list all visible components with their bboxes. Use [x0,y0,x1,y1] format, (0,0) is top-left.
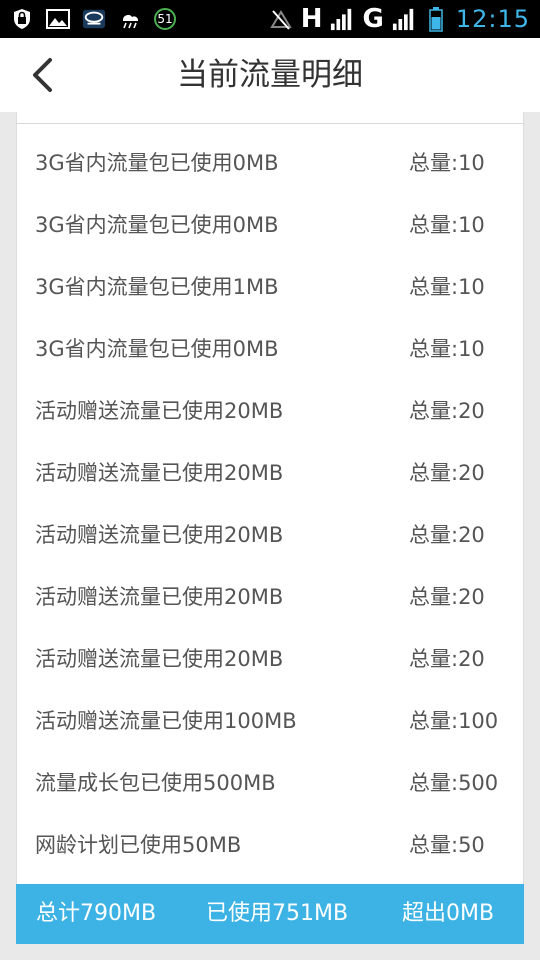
list-item: 3G省内流量包已使用0MB 总量:10 [17,194,523,256]
list-item: 流量成长包已使用500MB 总量:500 [17,752,523,814]
item-name: 活动赠送流量已使用20MB [35,647,284,671]
item-name: 网龄计划已使用50MB [35,833,242,857]
image-icon [46,8,70,30]
list-item: 活动赠送流量已使用20MB 总量:20 [17,442,523,504]
item-total: 总量:500 [409,771,499,795]
item-total: 总量:20 [409,647,485,671]
item-total: 总量:10 [409,151,485,175]
item-total: 总量:50 [409,833,485,857]
app-icon [82,8,106,30]
item-name: 活动赠送流量已使用20MB [35,523,284,547]
item-total: 总量:10 [409,275,485,299]
notification-icons: 51 [10,6,176,32]
item-name: 3G省内流量包已使用0MB [35,337,279,361]
network-type-g: G [362,4,384,34]
item-total: 总量:20 [409,461,485,485]
badge-icon: 51 [154,8,176,30]
item-total: 总量:10 [409,337,485,361]
summary-used: 已使用751MB [206,901,349,926]
network-type-h: H [300,4,323,34]
summary-bar: 总计790MB 已使用751MB 超出0MB [16,884,524,944]
system-icons: H G 12:15 [269,4,530,34]
list-item: 3G省内流量包已使用0MB 总量:10 [17,132,523,194]
signal-icon-2 [392,8,416,31]
shield-icon [10,8,34,30]
item-name: 活动赠送流量已使用20MB [35,461,284,485]
item-name: 3G省内流量包已使用0MB [35,213,279,237]
list-item: 网龄计划已使用50MB 总量:50 [17,814,523,876]
list-item: 活动赠送流量已使用20MB 总量:20 [17,628,523,690]
wifi-off-icon [269,8,293,30]
item-total: 总量:100 [409,709,499,733]
item-total: 总量:20 [409,399,485,423]
usage-detail-card: 3G省内流量包已使用0MB 总量:10 3G省内流量包已使用0MB 总量:10 3G… [16,112,524,884]
clock: 12:15 [455,5,530,33]
item-name: 活动赠送流量已使用20MB [35,585,284,609]
divider [17,123,523,124]
item-name: 3G省内流量包已使用1MB [35,275,279,299]
item-name: 流量成长包已使用500MB [35,771,276,795]
item-total: 总量:10 [409,213,485,237]
item-name: 活动赠送流量已使用100MB [35,709,297,733]
item-name: 3G省内流量包已使用0MB [35,151,279,175]
status-bar: 51 H G 12:15 [0,0,540,38]
battery-icon [424,7,448,32]
page-title: 当前流量明细 [177,57,363,93]
usage-list: 3G省内流量包已使用0MB 总量:10 3G省内流量包已使用0MB 总量:10 3G… [17,132,523,876]
list-item: 活动赠送流量已使用20MB 总量:20 [17,380,523,442]
list-item: 活动赠送流量已使用100MB 总量:100 [17,690,523,752]
summary-total: 总计790MB [36,901,157,926]
list-item: 活动赠送流量已使用20MB 总量:20 [17,504,523,566]
summary-exceeded: 超出0MB [402,901,495,926]
list-item: 3G省内流量包已使用0MB 总量:10 [17,318,523,380]
list-item: 3G省内流量包已使用1MB 总量:10 [17,256,523,318]
weather-icon [118,8,142,30]
list-item: 活动赠送流量已使用20MB 总量:20 [17,566,523,628]
item-total: 总量:20 [409,523,485,547]
title-bar: 当前流量明细 [0,38,540,112]
item-total: 总量:20 [409,585,485,609]
signal-icon [330,8,354,31]
item-name: 活动赠送流量已使用20MB [35,399,284,423]
